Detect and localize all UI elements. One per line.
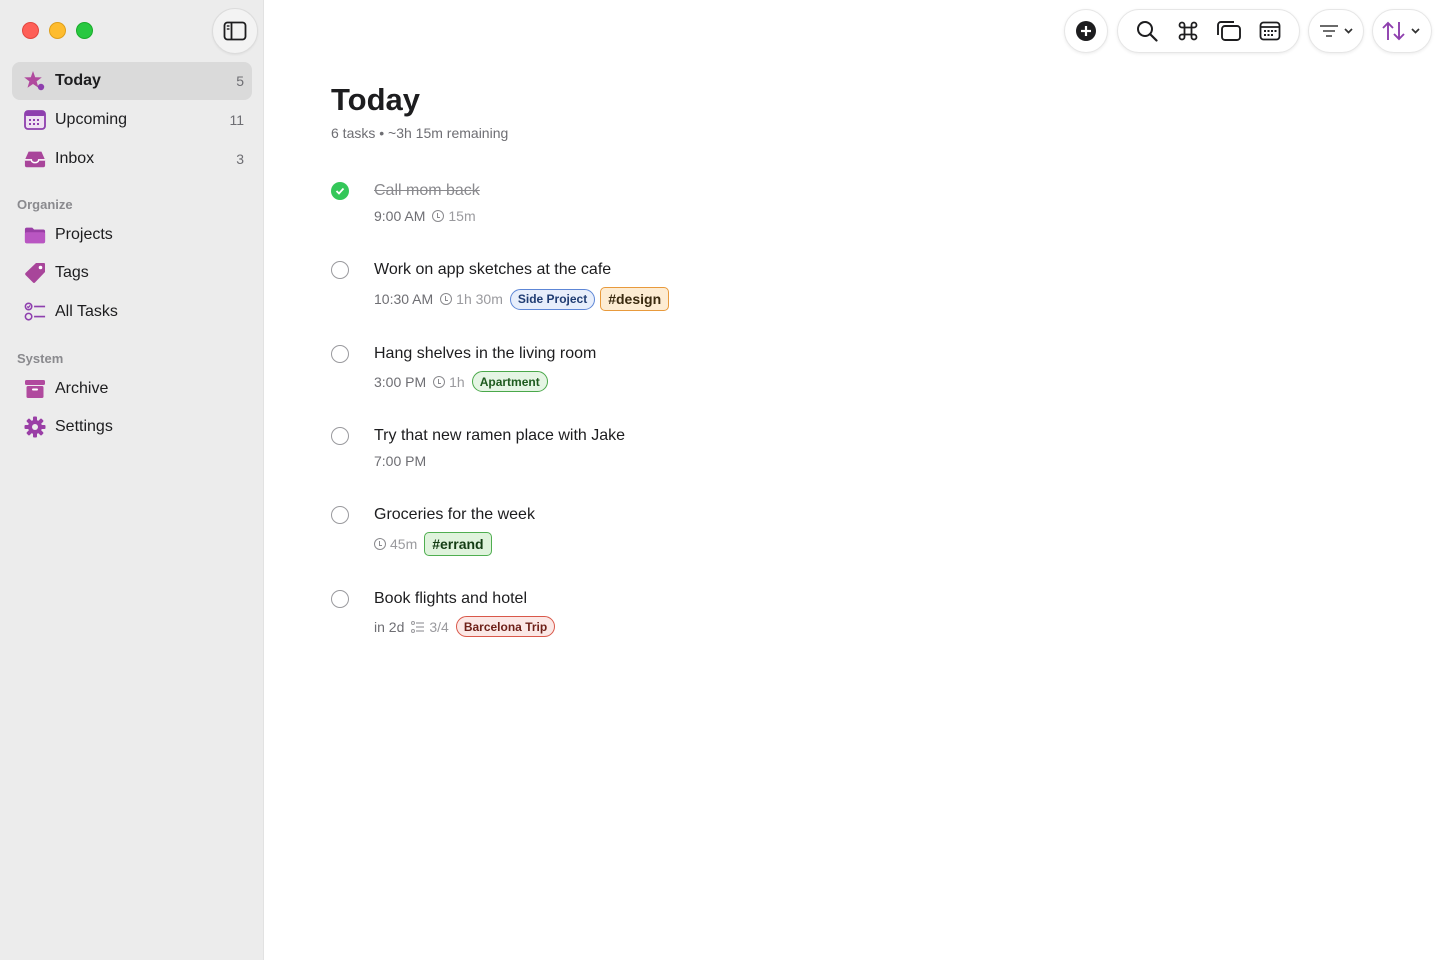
window-controls — [22, 22, 93, 39]
task-time: 7:00 PM — [374, 453, 427, 469]
tag-chip[interactable]: #errand — [424, 532, 492, 556]
sidebar-item-tags[interactable]: Tags — [12, 254, 252, 292]
page-title: Today — [331, 82, 420, 117]
calendar-icon — [24, 109, 46, 131]
sidebar-item-label: Today — [55, 72, 101, 89]
task-title: Work on app sketches at the cafe — [374, 261, 612, 278]
sidebar-item-label: Settings — [55, 418, 113, 435]
folder-icon — [24, 224, 46, 246]
task-title: Call mom back — [374, 182, 480, 199]
task-meta: 45m #errand — [374, 532, 497, 556]
add-icon — [1076, 21, 1096, 41]
subtasks-text: 3/4 — [429, 618, 449, 635]
task-meta: 7:00 PM — [374, 453, 433, 469]
sort-menu-button[interactable] — [1372, 9, 1432, 53]
task-checkbox[interactable] — [331, 345, 349, 363]
task-meta: 3:00 PM 1h Apartment — [374, 371, 553, 392]
section-header-system: System — [17, 351, 64, 366]
duration-text: 1h — [449, 373, 465, 390]
inbox-icon — [24, 148, 46, 170]
task-checkbox[interactable] — [331, 506, 349, 524]
toolbar-group — [1117, 9, 1300, 53]
windows-button[interactable] — [1209, 11, 1249, 51]
sidebar-item-upcoming[interactable]: Upcoming 11 — [12, 101, 252, 139]
search-button[interactable] — [1127, 11, 1167, 51]
page-subtitle: 6 tasks • ~3h 15m remaining — [331, 125, 509, 141]
task-checkbox[interactable] — [331, 261, 349, 279]
calendar-icon — [1259, 21, 1281, 41]
calendar-button[interactable] — [1250, 11, 1290, 51]
add-task-button[interactable] — [1064, 9, 1108, 53]
command-palette-button[interactable] — [1168, 11, 1208, 51]
clock-icon — [432, 210, 445, 222]
task-title: Book flights and hotel — [374, 590, 527, 607]
tag-icon — [24, 262, 46, 284]
count-badge: 11 — [229, 112, 244, 128]
minimize-window-button[interactable] — [49, 22, 66, 39]
count-badge: 3 — [236, 151, 244, 167]
clock-icon — [440, 293, 453, 305]
task-checkbox[interactable] — [331, 427, 349, 445]
task-duration: 15m — [432, 208, 476, 224]
sidebar-item-settings[interactable]: Settings — [12, 408, 252, 446]
archive-icon — [24, 378, 46, 400]
task-meta: 10:30 AM 1h 30m Side Project #design — [374, 287, 674, 311]
star-icon — [24, 70, 46, 92]
duration-text: 1h 30m — [456, 291, 503, 307]
sidebar-toggle-button[interactable] — [212, 8, 258, 54]
filter-menu-button[interactable] — [1308, 9, 1364, 53]
sidebar-item-label: All Tasks — [55, 303, 118, 320]
task-time: 9:00 AM — [374, 208, 426, 224]
task-subtasks: 3/4 — [411, 618, 449, 635]
sidebar-item-inbox[interactable]: Inbox 3 — [12, 140, 252, 178]
sidebar-item-today[interactable]: Today 5 — [12, 62, 252, 100]
windows-icon — [1217, 21, 1242, 41]
sidebar-item-label: Upcoming — [55, 111, 128, 128]
close-window-button[interactable] — [22, 22, 39, 39]
task-title: Groceries for the week — [374, 506, 535, 523]
sidebar-item-label: Projects — [55, 226, 113, 243]
task-title: Hang shelves in the living room — [374, 345, 597, 362]
task-time: 3:00 PM — [374, 373, 427, 390]
task-duration: 1h 30m — [440, 291, 503, 307]
duration-text: 15m — [448, 208, 476, 224]
project-badge[interactable]: Apartment — [471, 371, 548, 392]
task-meta: 9:00 AM 15m — [374, 208, 483, 224]
gear-icon — [24, 416, 46, 438]
task-due: in 2d — [374, 618, 405, 635]
sidebar-icon — [223, 21, 247, 41]
sort-icon — [1382, 21, 1420, 41]
task-meta: in 2d 3/4 Barcelona Trip — [374, 616, 560, 637]
sidebar-item-label: Inbox — [55, 150, 95, 167]
task-duration: 45m — [374, 536, 417, 552]
command-icon — [1178, 21, 1198, 41]
sidebar-item-label: Tags — [55, 264, 89, 281]
checklist-icon — [24, 301, 46, 323]
filter-icon — [1320, 25, 1353, 37]
task-title: Try that new ramen place with Jake — [374, 427, 626, 444]
sidebar: Today 5 Upcoming 11 Inbox 3 Organize Pro… — [0, 0, 264, 960]
search-icon — [1136, 21, 1158, 42]
sidebar-item-projects[interactable]: Projects — [12, 216, 252, 254]
clock-icon — [374, 538, 386, 550]
sidebar-item-all-tasks[interactable]: All Tasks — [12, 293, 252, 331]
subtasks-icon — [411, 620, 425, 633]
duration-text: 45m — [390, 536, 418, 552]
tag-chip[interactable]: #design — [600, 287, 670, 311]
task-time: 10:30 AM — [374, 291, 434, 307]
project-badge[interactable]: Barcelona Trip — [455, 616, 556, 637]
zoom-window-button[interactable] — [76, 22, 93, 39]
task-duration: 1h — [433, 374, 465, 390]
count-badge: 5 — [236, 73, 244, 89]
checkmark-icon — [335, 187, 345, 195]
completed-checkbox[interactable] — [331, 182, 349, 200]
sidebar-item-archive[interactable]: Archive — [12, 370, 252, 408]
section-header-organize: Organize — [17, 197, 73, 212]
sidebar-item-label: Archive — [55, 380, 109, 397]
clock-icon — [433, 375, 446, 388]
task-checkbox[interactable] — [331, 590, 349, 608]
project-badge[interactable]: Side Project — [509, 288, 596, 310]
